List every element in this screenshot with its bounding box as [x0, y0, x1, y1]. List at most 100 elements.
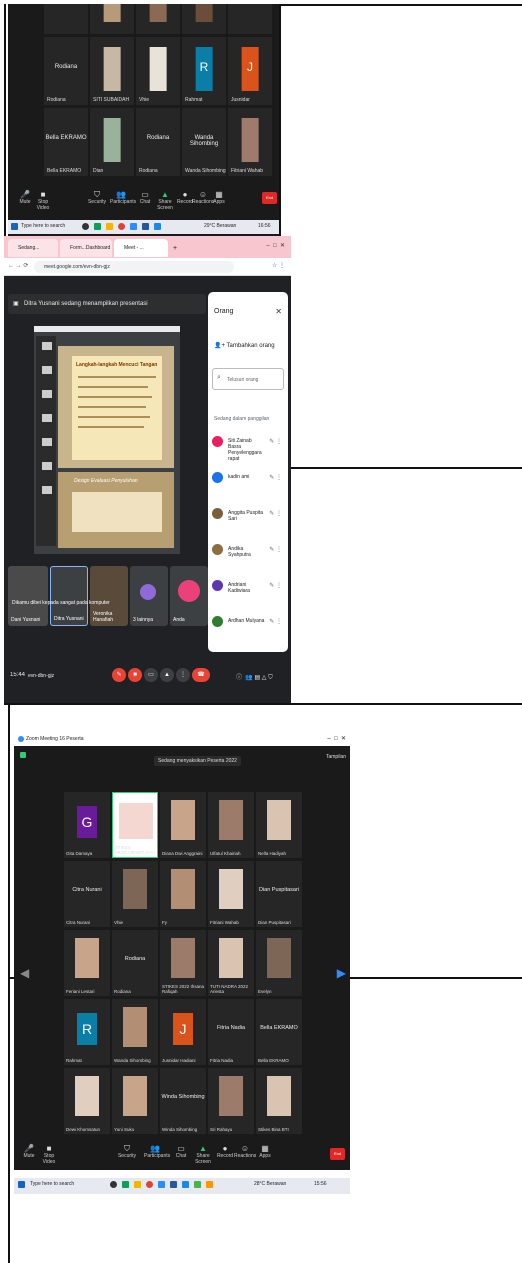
app-icon[interactable] — [154, 223, 161, 230]
windows-start-icon[interactable] — [18, 1181, 25, 1188]
app-icon[interactable] — [206, 1181, 213, 1188]
apps-icon: ▦ — [261, 1144, 269, 1153]
chat-button[interactable]: ▭ Chat — [134, 190, 156, 205]
avatar — [140, 584, 156, 600]
app-icon[interactable] — [182, 1181, 189, 1188]
participant-name: Bella EKRAMO — [45, 135, 87, 142]
explorer-icon[interactable] — [106, 223, 113, 230]
avatar — [212, 580, 223, 591]
edge-icon[interactable] — [122, 1181, 129, 1188]
video-tile: Feriani Lestari — [64, 930, 110, 996]
apps-button[interactable]: ▦ Apps — [254, 1144, 276, 1159]
security-button[interactable]: ⛉ Security — [86, 190, 108, 205]
more-icon[interactable]: ✎ ⋮ — [269, 474, 282, 481]
chrome-icon[interactable] — [146, 1181, 153, 1188]
address-bar-row: ← → ⟳ meet.google.com/evn-dbn-gjz ☆ ⋮ — [4, 258, 291, 276]
url-field[interactable]: meet.google.com/evn-dbn-gjz — [34, 261, 234, 273]
more-icon[interactable]: ✎ ⋮ — [269, 618, 282, 625]
cortana-icon[interactable] — [110, 1181, 117, 1188]
browser-tab-strip: Sedang... Form...Dashboard Meet - ... + … — [4, 236, 291, 258]
participant-video — [267, 1076, 291, 1116]
participant-row[interactable]: Ardhan Mulyana ✎ ⋮ — [212, 614, 286, 634]
shared-presentation: Langkah-langkah Mencuci Tangan Design Ev… — [34, 326, 180, 554]
participant-row[interactable]: Anggita Puspita Sari ✎ ⋮ — [212, 506, 286, 526]
participant-row[interactable]: Andriani Kadiwiara ✎ ⋮ — [212, 578, 286, 598]
word-icon[interactable] — [170, 1181, 177, 1188]
participants-button[interactable]: 👥 Participants — [144, 1144, 170, 1159]
participant-video — [123, 869, 147, 909]
edge-icon[interactable] — [94, 223, 101, 230]
windows-start-icon[interactable] — [11, 223, 18, 230]
apps-button[interactable]: ▦ Apps — [208, 190, 230, 205]
microphone-icon: 🎤 — [24, 1144, 34, 1153]
zoom-app-icon[interactable] — [130, 223, 137, 230]
browser-tab-active[interactable]: Meet - ... — [114, 239, 168, 257]
app-icon[interactable] — [194, 1181, 201, 1188]
tile-label: Dian Puspitasari — [258, 920, 291, 925]
frame-line — [350, 977, 522, 979]
cortana-icon[interactable] — [82, 223, 89, 230]
participant-name: Fitria Nadia — [216, 1025, 246, 1031]
participant-row[interactable]: Andika Syahputra ✎ ⋮ — [212, 542, 286, 562]
more-options-button[interactable]: ⋮ — [176, 668, 190, 682]
end-meeting-button[interactable]: End — [262, 192, 277, 204]
tile-label: Wanda Sihombing — [114, 1058, 151, 1063]
captions-button[interactable]: ▭ — [144, 668, 158, 682]
window-controls[interactable]: – □ ✕ — [327, 735, 346, 742]
meet-side-icons[interactable]: ⓘ 👥 ▤ △ ⛉ — [236, 672, 273, 682]
leave-call-button[interactable]: ☎ — [192, 668, 210, 682]
new-tab-button[interactable]: + — [170, 239, 184, 257]
tile-label: Jusnidar Hadiani — [162, 1058, 196, 1063]
close-icon[interactable]: ✕ — [275, 307, 282, 316]
mute-button[interactable]: 🎤 Mute — [18, 1144, 40, 1159]
share-screen-button[interactable]: ▲ Share Screen — [192, 1144, 214, 1165]
taskbar-search[interactable]: Type here to search — [30, 1181, 74, 1187]
people-search-input[interactable]: ⌕ Telusuri orang — [212, 368, 284, 390]
present-button[interactable]: ▲ — [160, 668, 174, 682]
more-icon[interactable]: ✎ ⋮ — [269, 546, 282, 553]
video-tile: Rodiana Rodiana — [136, 108, 180, 176]
participant-name: Rodiana — [124, 956, 146, 962]
mic-toggle-button[interactable]: ✎ — [112, 668, 126, 682]
record-button[interactable]: ● Record — [214, 1144, 236, 1159]
participant-video — [123, 1076, 147, 1116]
explorer-icon[interactable] — [134, 1181, 141, 1188]
tile-label: Evelyn — [258, 989, 272, 994]
chat-button[interactable]: ▭ Chat — [170, 1144, 192, 1159]
nav-buttons[interactable]: ← → ⟳ — [8, 262, 28, 269]
more-icon[interactable]: ✎ ⋮ — [269, 510, 282, 517]
tile-label: Winda Sihombing — [162, 1127, 198, 1132]
browser-icons[interactable]: ☆ ⋮ — [272, 262, 285, 269]
participant-row[interactable]: Siti Zainab Basra Penyelenggara rapat ✎ ⋮ — [212, 434, 286, 462]
add-people-button[interactable]: 👤+ Tambahkan orang — [214, 342, 275, 349]
video-tile: Fitriani Wahab — [228, 108, 272, 176]
next-page-arrow[interactable]: ▶ — [337, 966, 346, 980]
camera-toggle-button[interactable]: ■ — [128, 668, 142, 682]
avatar — [178, 580, 200, 602]
more-icon[interactable]: ✎ ⋮ — [269, 582, 282, 589]
end-meeting-button[interactable]: End — [330, 1148, 345, 1160]
participants-button[interactable]: 👥 Participants — [110, 190, 136, 205]
tile-label: Rahmat — [185, 97, 203, 103]
browser-tab[interactable]: Sedang... — [8, 239, 58, 257]
reactions-button[interactable]: ☺ Reactions — [234, 1144, 256, 1159]
clock-label: 15:56 — [314, 1181, 327, 1187]
stop-video-button[interactable]: ■ Stop Video — [38, 1144, 60, 1165]
prev-page-arrow[interactable]: ◀ — [20, 966, 29, 980]
view-button[interactable]: Tampilan — [326, 754, 346, 760]
window-controls[interactable]: – □ ✕ — [266, 242, 285, 249]
video-tile: Citra Nurani Citra Nurani — [64, 861, 110, 927]
browser-tab[interactable]: Form...Dashboard — [60, 239, 112, 257]
video-tile: STIKES MERCUBAKTIJAYA — [112, 792, 158, 858]
word-icon[interactable] — [142, 223, 149, 230]
video-tile: Stikes Bina BTI — [256, 1068, 302, 1134]
security-button[interactable]: ⛉ Security — [116, 1144, 138, 1159]
video-tile: Fitria Nadia Fitria Nadia — [208, 999, 254, 1065]
taskbar-search[interactable]: Type here to search — [21, 223, 65, 229]
share-screen-button[interactable]: ▲ Share Screen — [154, 190, 176, 211]
stop-video-button[interactable]: ■ Stop Video — [32, 190, 54, 211]
zoom-toolbar: 🎤 Mute ■ Stop Video ⛉ Security 👥 Participant… — [8, 188, 279, 211]
participant-row[interactable]: kadin ami ✎ ⋮ — [212, 470, 286, 490]
chrome-icon[interactable] — [118, 223, 125, 230]
zoom-app-icon[interactable] — [158, 1181, 165, 1188]
